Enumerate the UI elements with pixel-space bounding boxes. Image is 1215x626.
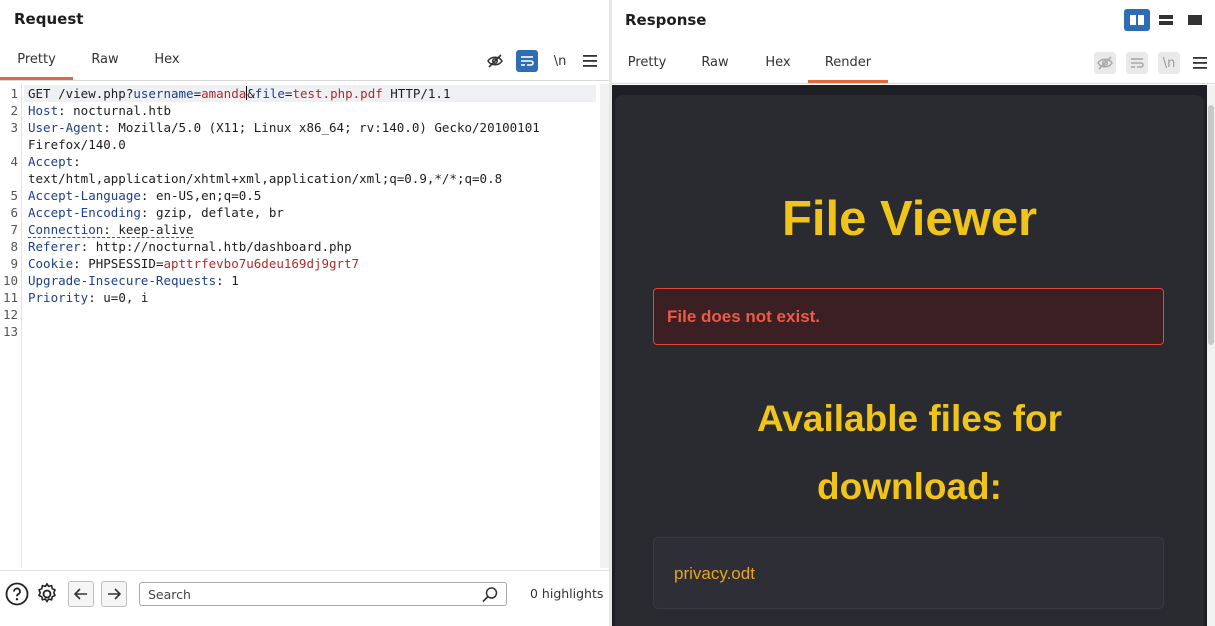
header-line[interactable]: Priority: u=0, i xyxy=(28,289,148,306)
menu-icon[interactable] xyxy=(579,50,601,72)
line-number: 13 xyxy=(2,324,18,339)
tab-divider xyxy=(0,80,609,81)
file-viewer-heading: File Viewer xyxy=(781,192,1038,246)
layout-side-by-side-button[interactable] xyxy=(1124,9,1150,31)
tab-hex[interactable]: Hex xyxy=(137,44,197,80)
header-line[interactable]: Accept-Encoding: gzip, deflate, br xyxy=(28,204,284,221)
menu-icon[interactable] xyxy=(1189,52,1211,74)
header-line[interactable]: Accept-Language: en-US,en;q=0.5 xyxy=(28,187,261,204)
line-number: 4 xyxy=(10,154,18,169)
header-line[interactable]: Host: nocturnal.htb xyxy=(28,102,171,119)
header-line[interactable]: Cookie: PHPSESSID=apttrfevbo7u6deu169dj9… xyxy=(28,255,359,272)
tab-hex[interactable]: Hex xyxy=(748,47,808,83)
tab-pretty[interactable]: Pretty xyxy=(612,47,682,83)
hide-nonprintable-icon[interactable] xyxy=(1094,52,1116,74)
forward-button[interactable] xyxy=(101,581,127,607)
header-line[interactable]: Accept: xyxy=(28,153,81,170)
scrollbar-thumb[interactable] xyxy=(1208,105,1214,345)
line-number: 7 xyxy=(10,222,18,237)
burp-repeater: Request Pretty Raw Hex \n 1 GET /view.ph… xyxy=(0,0,1215,626)
request-line[interactable]: GET /view.php?username=amanda&file=test.… xyxy=(24,85,596,102)
word-wrap-icon[interactable] xyxy=(516,50,538,72)
line-number: 9 xyxy=(10,256,18,271)
request-tabs: Pretty Raw Hex xyxy=(0,44,197,80)
file-viewer-card: File Viewer File does not exist. Availab… xyxy=(615,95,1204,626)
header-line-continuation[interactable]: Firefox/140.0 xyxy=(28,136,126,153)
file-link[interactable]: privacy.odt xyxy=(674,564,755,584)
line-number: 12 xyxy=(2,307,18,322)
search-icon[interactable] xyxy=(481,586,499,604)
request-scrollbar[interactable] xyxy=(600,84,609,568)
back-button[interactable] xyxy=(68,581,94,607)
line-number: 8 xyxy=(10,239,18,254)
file-link-item[interactable]: privacy.odt xyxy=(653,537,1164,609)
header-line[interactable]: Connection: keep-alive xyxy=(28,221,194,238)
render-view: File Viewer File does not exist. Availab… xyxy=(612,85,1207,626)
line-number: 6 xyxy=(10,205,18,220)
request-editor[interactable]: 1 GET /view.php?username=amanda&file=tes… xyxy=(0,84,600,568)
error-alert: File does not exist. xyxy=(653,288,1164,345)
line-number: 10 xyxy=(2,273,18,288)
layout-top-bottom-button[interactable] xyxy=(1153,9,1179,31)
response-pane: Response Pretty Raw Hex Render \n File V… xyxy=(612,0,1215,626)
request-title: Request xyxy=(14,10,84,28)
response-scrollbar[interactable] xyxy=(1207,85,1215,626)
newline-toggle-button[interactable]: \n xyxy=(549,50,571,72)
help-icon[interactable] xyxy=(5,582,29,606)
layout-tabs-button[interactable] xyxy=(1182,9,1208,31)
request-bottom-bar: 0 highlights xyxy=(0,570,609,616)
tab-divider xyxy=(612,83,1215,84)
tab-pretty[interactable]: Pretty xyxy=(0,44,73,80)
line-number: 5 xyxy=(10,188,18,203)
response-tabs: Pretty Raw Hex Render xyxy=(612,47,888,83)
error-message: File does not exist. xyxy=(667,307,821,326)
available-files-heading: Available files for download: xyxy=(756,398,1062,507)
hide-nonprintable-icon[interactable] xyxy=(484,50,506,72)
line-number: 11 xyxy=(2,290,18,305)
line-number: 1 xyxy=(10,86,18,101)
newline-toggle-button[interactable]: \n xyxy=(1158,52,1180,74)
highlights-count: 0 highlights xyxy=(530,586,604,601)
tab-render[interactable]: Render xyxy=(808,47,888,83)
settings-gear-icon[interactable] xyxy=(35,582,59,606)
response-title: Response xyxy=(625,11,707,29)
line-number: 3 xyxy=(10,120,18,135)
header-line[interactable]: Referer: http://nocturnal.htb/dashboard.… xyxy=(28,238,352,255)
header-line[interactable]: Upgrade-Insecure-Requests: 1 xyxy=(28,272,239,289)
tab-raw[interactable]: Raw xyxy=(682,47,748,83)
search-input[interactable] xyxy=(139,582,507,606)
word-wrap-icon[interactable] xyxy=(1126,52,1148,74)
request-pane: Request Pretty Raw Hex \n 1 GET /view.ph… xyxy=(0,0,609,626)
header-line-continuation[interactable]: text/html,application/xhtml+xml,applicat… xyxy=(28,170,502,187)
line-number: 2 xyxy=(10,103,18,118)
tab-raw[interactable]: Raw xyxy=(73,44,137,80)
layout-toggle-group xyxy=(1124,9,1208,31)
header-line[interactable]: User-Agent: Mozilla/5.0 (X11; Linux x86_… xyxy=(28,119,540,136)
